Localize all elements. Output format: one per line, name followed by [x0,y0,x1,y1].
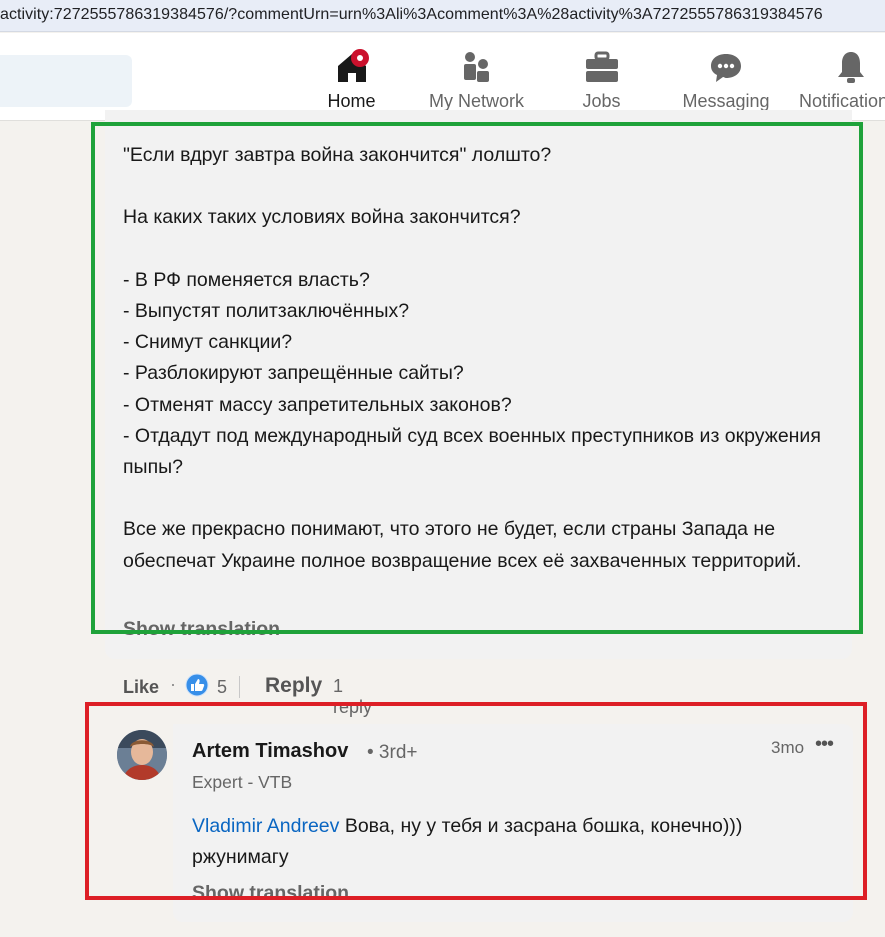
highlight-box-green [91,122,863,634]
search-input[interactable] [0,55,132,107]
page: activity:7272555786319384576/?commentUrn… [0,0,885,937]
browser-address-bar[interactable]: activity:7272555786319384576/?commentUrn… [0,0,885,32]
bell-icon [837,52,864,83]
nav-home-label: Home [327,91,376,111]
nav-my-network[interactable]: My Network [414,33,539,121]
top-navigation: Home My Network Jobs Messaging Notificat… [0,33,885,121]
home-icon [337,49,369,82]
chat-icon [711,54,741,82]
url-text[interactable]: activity:7272555786319384576/?commentUrn… [0,6,823,24]
nav-jobs-label: Jobs [582,91,621,111]
like-button[interactable]: Like [123,677,159,698]
reaction-count[interactable]: 5 [217,677,227,698]
nav-messaging[interactable]: Messaging [664,33,788,121]
nav-notifications-label: Notifications [799,91,885,111]
highlight-box-red [85,702,867,900]
divider [239,676,240,698]
briefcase-icon [585,51,618,82]
network-icon [463,52,489,82]
nav-notifications[interactable]: Notifications [788,33,885,121]
separator-dot: · [170,674,176,694]
nav-home[interactable]: Home [289,33,414,121]
reply-button[interactable]: Reply [265,674,322,698]
nav-messaging-label: Messaging [682,91,770,111]
nav-my-network-label: My Network [428,91,524,111]
nav-jobs[interactable]: Jobs [539,33,664,121]
like-reaction-icon[interactable] [185,673,209,697]
